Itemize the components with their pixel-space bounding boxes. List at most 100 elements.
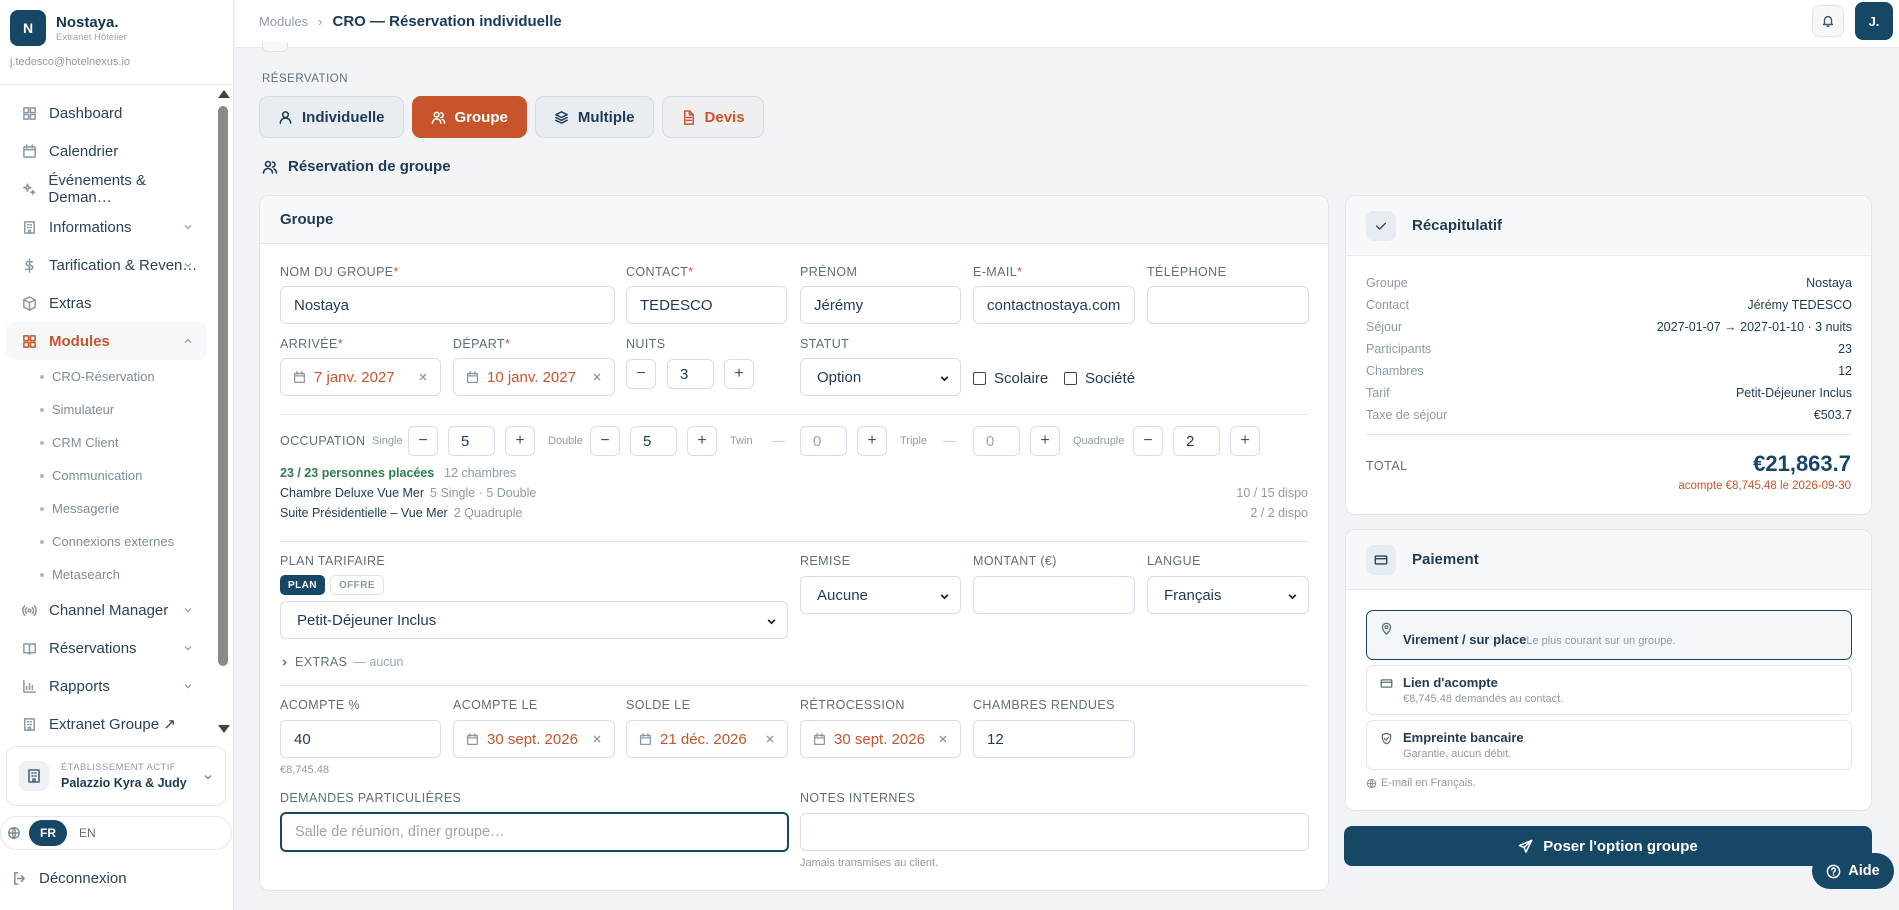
deposit-percent-input[interactable]: 40: [280, 720, 441, 758]
sidebar-item-informations[interactable]: Informations: [6, 208, 207, 246]
sidebar-scrollbar[interactable]: [216, 88, 230, 733]
sidebar-subitem-cro[interactable]: CRO-Réservation: [0, 360, 215, 393]
breadcrumb-separator: ›: [318, 14, 323, 29]
rooms-returned-input[interactable]: 12: [973, 720, 1135, 758]
sidebar-subitem-communication[interactable]: Communication: [0, 459, 215, 492]
tab-multiple[interactable]: Multiple: [534, 96, 654, 138]
language-fr-button[interactable]: FR: [29, 820, 67, 846]
sidebar-subitem-crm[interactable]: CRM Client: [0, 426, 215, 459]
payment-option-card-imprint[interactable]: Empreinte bancaire Garantie, aucun débit…: [1366, 720, 1852, 770]
email-field[interactable]: contactnostaya.com: [973, 286, 1135, 324]
sidebar-item-reports[interactable]: Rapports: [6, 667, 207, 705]
special-requests-textarea[interactable]: Salle de réunion, dîner groupe…: [280, 812, 789, 852]
summary-key: Tarif: [1366, 386, 1390, 400]
nights-increment-button[interactable]: +: [724, 359, 754, 389]
single-increment-button[interactable]: +: [505, 426, 535, 456]
deposit-date-input[interactable]: 30 sept. 2026: [453, 720, 615, 758]
release-date-input[interactable]: 30 sept. 2026: [800, 720, 961, 758]
quadruple-increment-button[interactable]: +: [1230, 426, 1260, 456]
contact-input[interactable]: TEDESCO: [626, 286, 787, 324]
extras-toggle[interactable]: EXTRAS — aucun: [280, 655, 403, 669]
sidebar-item-pricing[interactable]: Tarification & Reven…: [6, 246, 207, 284]
nights-input[interactable]: 3: [667, 359, 714, 389]
tab-group[interactable]: Groupe: [411, 96, 527, 138]
single-label: Single: [372, 435, 403, 447]
scroll-down-arrow-icon[interactable]: [218, 725, 230, 733]
summary-row: Groupe Nostaya: [1366, 276, 1852, 290]
sparkles-icon: [23, 182, 36, 195]
internal-notes-label: NOTES INTERNES: [800, 791, 916, 805]
notifications-button[interactable]: [1812, 5, 1844, 37]
chevron-down-icon: [767, 619, 776, 625]
double-increment-button[interactable]: +: [687, 426, 717, 456]
checkbox-box[interactable]: [1064, 372, 1077, 385]
twin-count-input[interactable]: 0: [800, 426, 847, 456]
clear-icon[interactable]: [592, 734, 602, 744]
sidebar-item-reservations[interactable]: Réservations: [6, 629, 207, 667]
triple-decrement-disabled: —: [943, 433, 956, 448]
help-button[interactable]: Aide: [1812, 853, 1894, 889]
summary-value: Nostaya: [1806, 276, 1852, 290]
tab-individual[interactable]: Individuelle: [259, 96, 404, 138]
sidebar-subitem-messaging[interactable]: Messagerie: [0, 492, 215, 525]
language-en-button[interactable]: EN: [79, 826, 96, 840]
company-checkbox[interactable]: Société: [1064, 370, 1135, 387]
sidebar-item-extras[interactable]: Extras: [6, 284, 207, 322]
checkbox-box[interactable]: [973, 372, 986, 385]
sidebar-subitem-simulator[interactable]: Simulateur: [0, 393, 215, 426]
sidebar-item-modules[interactable]: Modules: [6, 322, 207, 360]
submit-group-option-button[interactable]: Poser l'option groupe: [1344, 826, 1872, 866]
departure-date-input[interactable]: 10 janv. 2027: [453, 358, 615, 396]
single-decrement-button[interactable]: −: [408, 426, 438, 456]
avatar[interactable]: J.: [1855, 2, 1893, 40]
rate-plan-toggle-offer[interactable]: OFFRE: [330, 575, 384, 595]
arrival-date-input[interactable]: 7 janv. 2027: [280, 358, 441, 396]
summary-value: 23: [1838, 342, 1852, 356]
sidebar-item-extranet-group[interactable]: Extranet Groupe ↗: [6, 705, 207, 743]
double-count-input[interactable]: 5: [630, 426, 677, 456]
sidebar-item-calendar[interactable]: Calendrier: [6, 132, 207, 170]
scrollbar-thumb[interactable]: [218, 106, 228, 666]
sidebar-item-label: Channel Manager: [49, 601, 169, 619]
amount-input[interactable]: [973, 576, 1135, 614]
nights-decrement-button[interactable]: −: [626, 359, 656, 389]
discount-select[interactable]: Aucune: [800, 576, 961, 614]
group-name-input[interactable]: Nostaya: [280, 286, 615, 324]
internal-notes-textarea[interactable]: [800, 813, 1309, 851]
phone-input[interactable]: [1147, 286, 1309, 324]
sidebar-subitem-metasearch[interactable]: Metasearch: [0, 558, 215, 591]
quadruple-count-input[interactable]: 2: [1173, 426, 1220, 456]
language-select[interactable]: Français: [1147, 576, 1309, 614]
firstname-input[interactable]: Jérémy: [800, 286, 961, 324]
clear-icon[interactable]: [938, 734, 948, 744]
payment-option-transfer[interactable]: Virement / sur place Le plus courant sur…: [1366, 610, 1852, 660]
scroll-up-arrow-icon[interactable]: [218, 90, 230, 98]
summary-row: Participants 23: [1366, 342, 1852, 356]
balance-date-input[interactable]: 21 déc. 2026: [626, 720, 788, 758]
school-checkbox[interactable]: Scolaire: [973, 370, 1048, 387]
twin-increment-button[interactable]: +: [857, 426, 887, 456]
breadcrumb-root[interactable]: Modules: [259, 14, 308, 29]
school-checkbox-label: Scolaire: [994, 370, 1049, 387]
quadruple-decrement-button[interactable]: −: [1133, 426, 1163, 456]
brand[interactable]: N Nostaya. Extranet Hôtelier: [10, 10, 127, 46]
clear-icon[interactable]: [765, 734, 775, 744]
sidebar-subitem-external[interactable]: Connexions externes: [0, 525, 215, 558]
triple-increment-button[interactable]: +: [1030, 426, 1060, 456]
payment-option-subtitle: Garantie, aucun débit.: [1403, 748, 1512, 760]
rate-plan-toggle-plan[interactable]: PLAN: [280, 575, 325, 595]
logout-button[interactable]: Déconnexion: [12, 870, 127, 887]
clear-icon[interactable]: [418, 372, 428, 382]
double-decrement-button[interactable]: −: [590, 426, 620, 456]
active-establishment-selector[interactable]: ÉTABLISSEMENT ACTIF Palazzio Kyra & Judy: [6, 746, 226, 806]
sidebar-item-dashboard[interactable]: Dashboard: [6, 94, 207, 132]
clear-icon[interactable]: [592, 372, 602, 382]
sidebar-item-channel-manager[interactable]: Channel Manager: [6, 591, 207, 629]
sidebar-item-events[interactable]: Événements & Deman…: [6, 170, 207, 208]
status-select[interactable]: Option: [800, 358, 961, 396]
rate-plan-select[interactable]: Petit-Déjeuner Inclus: [280, 601, 788, 639]
single-count-input[interactable]: 5: [448, 426, 495, 456]
tab-quote[interactable]: Devis: [661, 96, 764, 138]
triple-count-input[interactable]: 0: [973, 426, 1020, 456]
payment-option-deposit-link[interactable]: Lien d'acompte €8,745.48 demandés au con…: [1366, 665, 1852, 715]
